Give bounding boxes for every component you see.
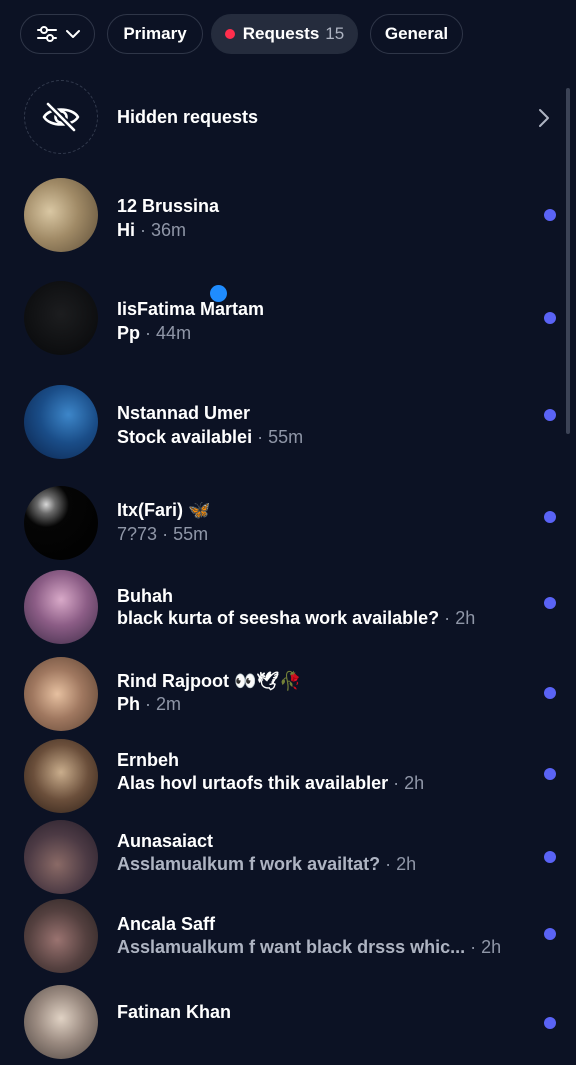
message-separator: · (444, 608, 451, 628)
avatar (24, 486, 98, 560)
avatar (24, 985, 98, 1059)
message-separator: · (145, 323, 152, 343)
avatar (24, 739, 98, 813)
list-item[interactable]: Ernbeh Alas hovl urtaofs thik availabler… (0, 739, 576, 819)
list-item[interactable]: Buhah black kurta of seesha work availab… (0, 570, 576, 650)
list-item[interactable]: Ancala Saff Asslamualkum f want black dr… (0, 899, 576, 979)
unread-indicator (544, 209, 556, 221)
hidden-requests-row[interactable]: Hidden requests (0, 80, 576, 156)
list-item[interactable]: Aunasaiact Asslamualkum f work availtat?… (0, 820, 576, 900)
message-separator: · (470, 937, 477, 957)
message-time: 55m (173, 524, 209, 544)
avatar (24, 385, 98, 459)
touch-indicator-dot (210, 285, 227, 302)
avatar (24, 899, 98, 973)
sender-name: Ernbeh (117, 750, 180, 770)
list-item[interactable]: Itx(Fari) 🦋 7?73 · 55m (0, 486, 576, 566)
sender-name: 12 Brussina (117, 196, 220, 216)
message-separator: · (393, 773, 400, 793)
unread-indicator (544, 1017, 556, 1029)
message-separator: · (257, 427, 264, 447)
message-time: 55m (268, 427, 304, 447)
list-item[interactable]: Nstannad Umer Stock availablei · 55m (0, 385, 576, 465)
message-preview: Stock availablei · 55m (117, 427, 303, 448)
message-separator: · (140, 220, 147, 240)
message-preview: Asslamualkum f want black drsss whic... … (117, 937, 501, 958)
sender-name: Itx(Fari) 🦋 (117, 500, 211, 520)
sender-name: Aunasaiact (117, 831, 214, 851)
message-separator: · (162, 524, 169, 544)
list-item[interactable]: Fatinan Khan (0, 985, 576, 1065)
message-preview: Asslamualkum f work availtat? · 2h (117, 854, 416, 875)
message-preview: Hi · 36m (117, 220, 186, 241)
sender-name: Ancala Saff (117, 914, 216, 934)
message-time: 2h (455, 608, 476, 628)
unread-indicator (544, 768, 556, 780)
list-item[interactable]: Rind Rajpoot 👀🕊🥀 Ph · 2m (0, 657, 576, 737)
tab-general-label: General (384, 24, 449, 43)
avatar (24, 570, 98, 644)
message-time: 2h (481, 937, 502, 957)
unread-indicator (544, 851, 556, 863)
message-preview: black kurta of seesha work available? · … (117, 608, 475, 629)
sliders-icon (36, 25, 58, 43)
tab-primary-label: Primary (123, 24, 187, 43)
unread-indicator (544, 687, 556, 699)
requests-indicator-dot (224, 29, 235, 39)
avatar (24, 820, 98, 894)
message-time: 2m (156, 694, 182, 714)
message-text: Alas hovl urtaofs thik availabler (117, 773, 389, 793)
sender-name: Fatinan Khan (117, 1002, 232, 1022)
tab-requests[interactable]: Requests 15 (211, 14, 358, 54)
sender-name: Nstannad Umer (117, 403, 251, 423)
unread-indicator (544, 312, 556, 324)
message-time: 36m (151, 220, 187, 240)
tab-requests-count: 15 (325, 24, 345, 43)
eye-off-icon (41, 101, 81, 133)
message-separator: · (145, 694, 152, 714)
tab-general[interactable]: General (370, 14, 463, 54)
message-preview: 7?73 · 55m (117, 524, 208, 545)
scrollbar[interactable] (566, 88, 570, 434)
list-item[interactable]: IisFatima Martam Pp · 44m (0, 281, 576, 361)
message-text: Hi (117, 220, 135, 240)
sender-name: Buhah (117, 586, 173, 606)
sender-name: IisFatima Martam (117, 299, 265, 319)
message-text: black kurta of seesha work available? (117, 608, 440, 628)
hidden-requests-avatar (24, 80, 98, 154)
filter-button[interactable] (20, 14, 95, 54)
message-text: Asslamualkum f work availtat? (117, 854, 381, 874)
message-preview: Pp · 44m (117, 323, 191, 344)
chevron-right-icon (537, 107, 551, 134)
tab-primary[interactable]: Primary (107, 14, 203, 54)
unread-indicator (544, 511, 556, 523)
list-item[interactable]: 12 Brussina Hi · 36m (0, 178, 576, 258)
avatar (24, 178, 98, 252)
chevron-down-icon (65, 29, 80, 39)
message-time: 2h (396, 854, 417, 874)
message-preview: Ph · 2m (117, 694, 181, 715)
sender-name: Rind Rajpoot 👀🕊🥀 (117, 671, 302, 691)
avatar (24, 281, 98, 355)
hidden-requests-label: Hidden requests (117, 107, 259, 127)
unread-indicator (544, 409, 556, 421)
unread-indicator (544, 597, 556, 609)
message-text: Ph (117, 694, 141, 714)
message-preview: Alas hovl urtaofs thik availabler · 2h (117, 773, 424, 794)
avatar (24, 657, 98, 731)
inbox-tab-bar: Primary Requests 15 General (0, 0, 576, 72)
message-text: Asslamualkum f want black drsss whic... (117, 937, 466, 957)
message-text: 7?73 (117, 524, 158, 544)
message-time: 2h (404, 773, 425, 793)
message-separator: · (385, 854, 392, 874)
message-text: Pp (117, 323, 141, 343)
tab-requests-label: Requests (242, 24, 320, 43)
message-text: Stock availablei (117, 427, 253, 447)
message-time: 44m (156, 323, 192, 343)
unread-indicator (544, 928, 556, 940)
